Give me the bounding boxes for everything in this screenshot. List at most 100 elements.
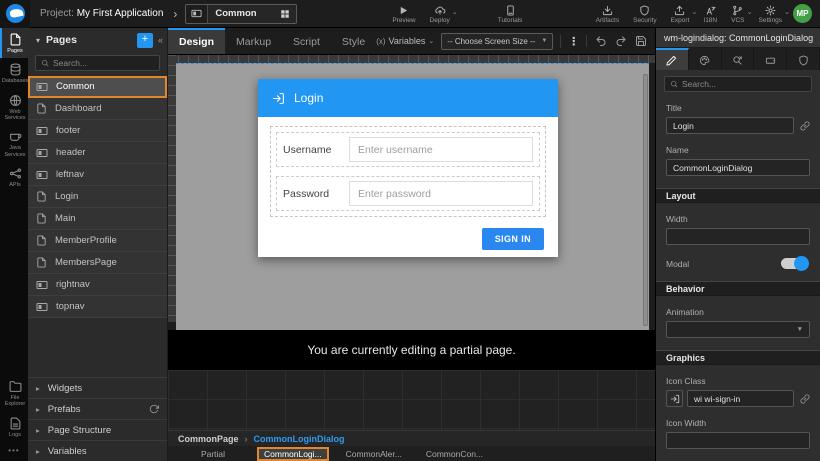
- page-item-topnav[interactable]: topnav: [28, 296, 167, 318]
- name-label: Name: [666, 145, 810, 155]
- behavior-section-header[interactable]: Behavior: [656, 281, 820, 296]
- artifacts-button[interactable]: Artifacts: [589, 0, 626, 28]
- database-icon: [9, 63, 22, 76]
- pages-search[interactable]: [35, 55, 160, 71]
- name-input[interactable]: [666, 159, 810, 176]
- modal-toggle[interactable]: [781, 258, 808, 269]
- user-avatar[interactable]: MP: [793, 4, 812, 23]
- page-item-rightnav[interactable]: rightnav: [28, 274, 167, 296]
- deploy-button[interactable]: Deploy ⌄: [423, 0, 457, 28]
- refresh-icon[interactable]: [149, 404, 159, 414]
- breadcrumb-current[interactable]: CommonLoginDialog: [254, 434, 345, 444]
- section-prefabs[interactable]: ▸ Prefabs: [28, 398, 167, 419]
- username-input[interactable]: [349, 137, 533, 162]
- modal-label: Modal: [666, 259, 689, 269]
- export-button[interactable]: Export ⌄: [664, 0, 697, 28]
- sidebar-item-logs[interactable]: Logs: [0, 412, 28, 442]
- sidebar-item-apis[interactable]: APIs: [0, 162, 28, 192]
- sign-in-icon: [272, 92, 285, 105]
- tab-styles[interactable]: [689, 48, 722, 70]
- tab-events[interactable]: [722, 48, 755, 70]
- tab-design[interactable]: Design: [168, 28, 225, 54]
- sidebar-item-file-explorer[interactable]: File Explorer: [0, 375, 28, 412]
- partial-icon: [36, 81, 48, 93]
- icon-width-label: Icon Width: [666, 418, 810, 428]
- login-dialog-widget[interactable]: Login Username Password SIGN IN: [258, 79, 558, 257]
- gear-icon: [765, 5, 776, 16]
- tab-style[interactable]: Style: [331, 28, 376, 54]
- graphics-section-header[interactable]: Graphics: [656, 350, 820, 365]
- vcs-button[interactable]: VCS ⌄: [724, 0, 751, 28]
- expand-arrow-icon: ▸: [36, 447, 40, 456]
- i18n-button[interactable]: I18N: [696, 0, 724, 28]
- kebab-menu-icon[interactable]: ⋮: [560, 35, 586, 48]
- login-form-container[interactable]: Username Password: [270, 126, 546, 217]
- page-icon: [36, 235, 47, 246]
- page-item-dashboard[interactable]: Dashboard: [28, 98, 167, 120]
- password-form-field[interactable]: Password: [276, 176, 540, 211]
- properties-search[interactable]: [664, 76, 812, 92]
- settings-button[interactable]: Settings ⌄: [752, 0, 790, 28]
- tab-device[interactable]: [754, 48, 787, 70]
- tab-security[interactable]: [787, 48, 820, 70]
- password-input[interactable]: [349, 181, 533, 206]
- more-options-icon[interactable]: •••: [0, 442, 28, 461]
- properties-search-input[interactable]: [682, 79, 806, 89]
- save-icon[interactable]: [631, 35, 651, 47]
- collapse-arrow-icon[interactable]: ▾: [36, 36, 40, 45]
- screen-size-select[interactable]: -- Choose Screen Size -- ▼: [441, 33, 553, 50]
- tab-script[interactable]: Script: [282, 28, 331, 54]
- book-icon: [505, 5, 516, 16]
- page-item-common[interactable]: Common: [28, 76, 167, 98]
- preview-button[interactable]: Preview: [385, 0, 422, 28]
- bind-link-icon[interactable]: [800, 394, 810, 404]
- title-input[interactable]: [666, 117, 794, 134]
- tab-partial[interactable]: Partial: [180, 448, 246, 460]
- section-variables[interactable]: ▸ Variables: [28, 440, 167, 461]
- page-item-memberprofile[interactable]: MemberProfile: [28, 230, 167, 252]
- undo-icon[interactable]: [591, 35, 611, 47]
- width-input[interactable]: [666, 228, 810, 245]
- page-item-footer[interactable]: footer: [28, 120, 167, 142]
- page-item-main[interactable]: Main: [28, 208, 167, 230]
- page-selector-dropdown[interactable]: Common: [185, 4, 297, 24]
- icon-width-input[interactable]: [666, 432, 810, 449]
- page-item-header[interactable]: header: [28, 142, 167, 164]
- security-button[interactable]: Security: [626, 0, 663, 28]
- page-item-login[interactable]: Login: [28, 186, 167, 208]
- page-item-memberspage[interactable]: MembersPage: [28, 252, 167, 274]
- tutorials-button[interactable]: Tutorials: [491, 0, 530, 28]
- search-icon: [670, 80, 678, 88]
- topbar-actions-left: Preview Deploy ⌄ Tutorials: [385, 0, 529, 27]
- redo-icon[interactable]: [611, 35, 631, 47]
- section-page-structure[interactable]: ▸ Page Structure: [28, 419, 167, 440]
- canvas-stage[interactable]: Login Username Password SIGN IN: [176, 63, 649, 330]
- sidebar-item-java-services[interactable]: Java Services: [0, 125, 28, 162]
- sidebar-item-pages[interactable]: Pages: [0, 28, 28, 58]
- sidebar-item-databases[interactable]: Databases: [0, 58, 28, 88]
- wavemaker-logo[interactable]: [0, 0, 30, 28]
- tab-common-login-dialog[interactable]: CommonLogi...: [258, 448, 328, 460]
- page-item-leftnav[interactable]: leftnav: [28, 164, 167, 186]
- layout-section-header[interactable]: Layout: [656, 188, 820, 203]
- username-form-field[interactable]: Username: [276, 132, 540, 167]
- canvas-scrollbar[interactable]: [643, 74, 648, 326]
- variables-button[interactable]: (x) Variables ⌄: [376, 36, 434, 46]
- grid-view-icon[interactable]: [274, 9, 296, 19]
- sign-in-button[interactable]: SIGN IN: [482, 228, 544, 250]
- sidebar-item-web-services[interactable]: Web Services: [0, 89, 28, 126]
- panel-collapse-icon[interactable]: «: [158, 35, 163, 45]
- add-page-button[interactable]: +: [137, 33, 153, 48]
- animation-select[interactable]: ▼: [666, 321, 810, 338]
- bind-link-icon[interactable]: [800, 121, 810, 131]
- tab-common-confirm-dialog[interactable]: CommonCon...: [420, 448, 489, 460]
- tab-markup[interactable]: Markup: [225, 28, 282, 54]
- breadcrumb-parent[interactable]: CommonPage: [178, 434, 239, 444]
- pages-search-input[interactable]: [53, 58, 154, 68]
- icon-class-input[interactable]: [687, 390, 794, 407]
- tab-properties[interactable]: [656, 48, 689, 70]
- section-widgets[interactable]: ▸ Widgets: [28, 377, 167, 398]
- tab-common-alert-dialog[interactable]: CommonAler...: [340, 448, 408, 460]
- password-label: Password: [283, 188, 349, 200]
- selected-widget-header: wm-logindialog: CommonLoginDialog: [656, 28, 820, 48]
